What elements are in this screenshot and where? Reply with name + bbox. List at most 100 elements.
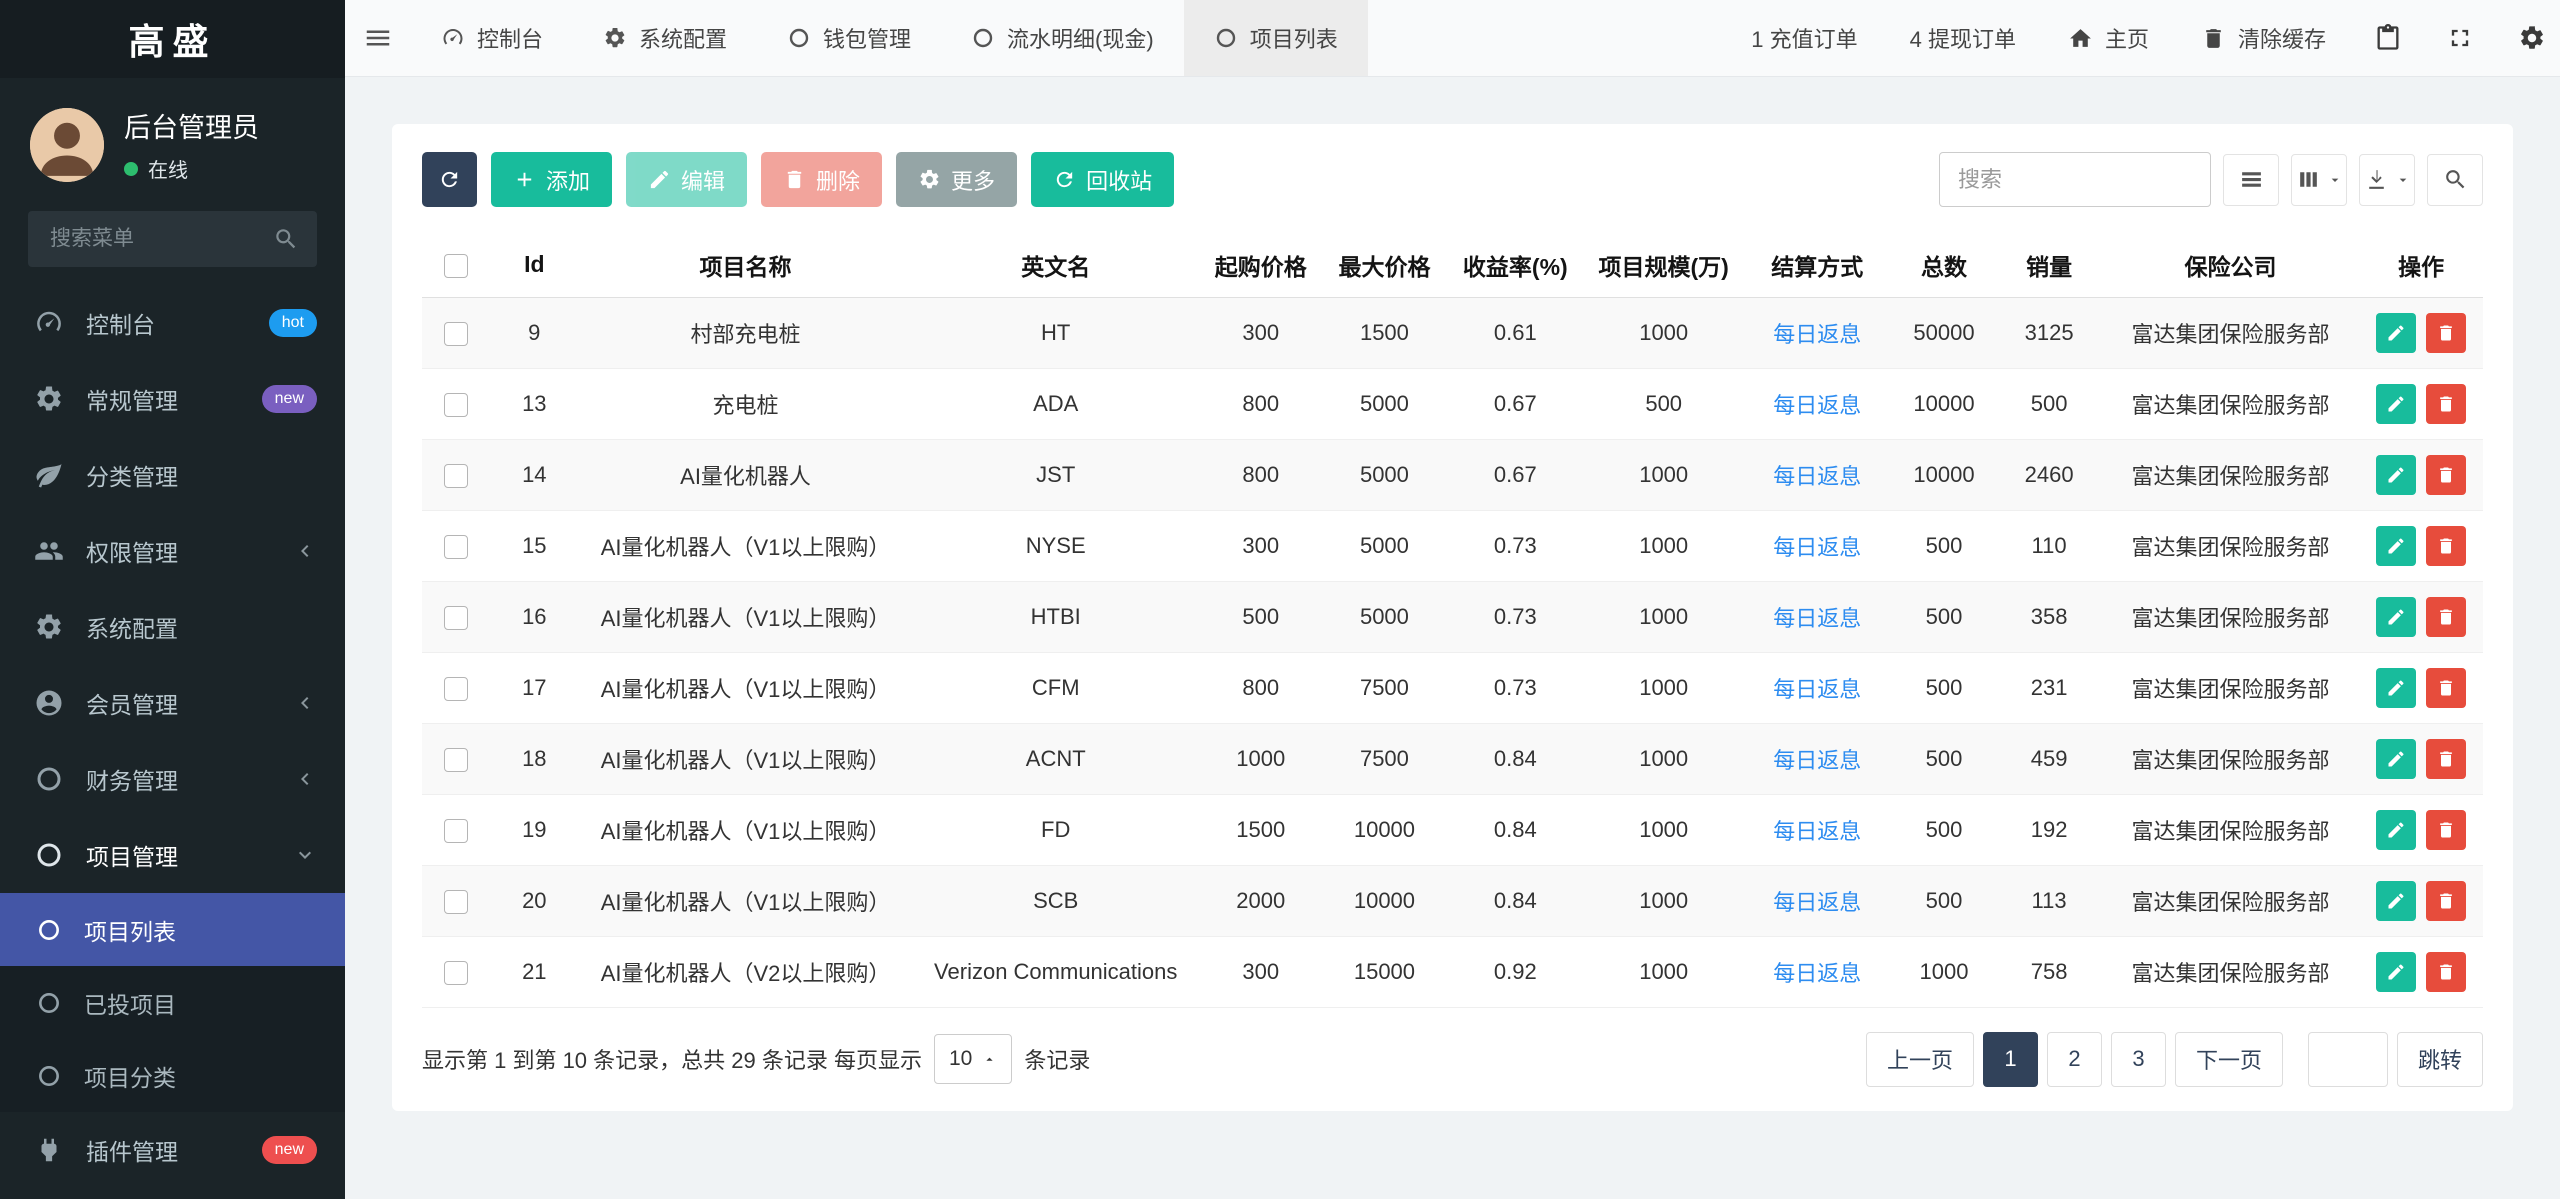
page-size-select[interactable]: 10 [933,1034,1013,1084]
column-header[interactable]: 项目名称 [578,233,913,298]
row-edit-button[interactable] [2376,596,2417,637]
row-edit-button[interactable] [2376,525,2417,566]
sidebar-item-invested-projects[interactable]: 已投项目 [0,966,345,1039]
row-checkbox[interactable] [444,605,468,630]
tab-wallet[interactable]: 钱包管理 [757,0,941,76]
settle-method-link[interactable]: 每日返息 [1773,819,1861,844]
tab-dashboard[interactable]: 控制台 [411,0,573,76]
sidebar-item-finance[interactable]: 财务管理 [0,741,345,817]
column-header[interactable]: Id [490,233,579,298]
clipboard-button[interactable] [2352,0,2424,76]
avatar[interactable] [30,107,104,182]
row-edit-button[interactable] [2376,312,2417,353]
row-delete-button[interactable] [2426,383,2467,424]
refresh-button[interactable] [422,152,477,207]
row-checkbox[interactable] [444,534,468,559]
row-checkbox[interactable] [444,463,468,488]
row-delete-button[interactable] [2426,525,2467,566]
row-delete-button[interactable] [2426,596,2467,637]
page-button-3[interactable]: 3 [2110,1031,2166,1087]
search-button[interactable] [2427,153,2483,206]
row-delete-button[interactable] [2426,312,2467,353]
row-edit-button[interactable] [2376,667,2417,708]
settle-method-link[interactable]: 每日返息 [1773,322,1861,347]
edit-button[interactable]: 编辑 [626,152,748,207]
row-delete-button[interactable] [2426,738,2467,779]
column-header[interactable]: 操作 [2359,233,2483,298]
page-button-1[interactable]: 1 [1982,1031,2038,1087]
settings-button[interactable] [2496,0,2560,76]
column-header[interactable]: 总数 [1891,233,1997,298]
settle-method-link[interactable]: 每日返息 [1773,677,1861,702]
page-button-2[interactable]: 2 [2046,1031,2102,1087]
row-delete-button[interactable] [2426,809,2467,850]
topbar-home[interactable]: 主页 [2042,0,2175,76]
settle-method-link[interactable]: 每日返息 [1773,464,1861,489]
row-checkbox[interactable] [444,676,468,701]
sidebar-item-project[interactable]: 项目管理 [0,817,345,893]
row-delete-button[interactable] [2426,454,2467,495]
settle-method-link[interactable]: 每日返息 [1773,393,1861,418]
add-button[interactable]: 添加 [491,152,613,207]
row-checkbox[interactable] [444,960,468,985]
row-delete-button[interactable] [2426,880,2467,921]
sidebar-item-general[interactable]: 常规管理 new [0,361,345,437]
jump-button[interactable]: 跳转 [2396,1031,2483,1087]
row-delete-button[interactable] [2426,667,2467,708]
more-button[interactable]: 更多 [896,152,1018,207]
settle-method-link[interactable]: 每日返息 [1773,535,1861,560]
sidebar-item-auth[interactable]: 权限管理 [0,513,345,589]
sidebar-item-category[interactable]: 分类管理 [0,437,345,513]
table-search-input[interactable] [1939,152,2211,207]
column-header[interactable]: 保险公司 [2101,233,2360,298]
brand-logo[interactable]: 高盛 [0,0,345,78]
select-all-checkbox[interactable] [444,254,468,279]
prev-page-button[interactable]: 上一页 [1865,1031,1974,1087]
column-header[interactable]: 结算方式 [1743,233,1892,298]
settle-method-link[interactable]: 每日返息 [1773,606,1861,631]
row-edit-button[interactable] [2376,738,2417,779]
sidebar-toggle-button[interactable] [345,0,411,76]
row-checkbox[interactable] [444,818,468,843]
column-header[interactable]: 销量 [1996,233,2102,298]
row-edit-button[interactable] [2376,951,2417,992]
row-checkbox[interactable] [444,321,468,346]
column-header[interactable]: 收益率(%) [1446,233,1585,298]
sidebar-item-config[interactable]: 系统配置 [0,589,345,665]
tab-project-list[interactable]: 项目列表 [1183,0,1368,76]
column-header[interactable]: 最大价格 [1322,233,1447,298]
common-search-toggle-button[interactable] [2223,153,2279,206]
cell-max_price: 7500 [1322,723,1447,795]
topbar-clear-cache[interactable]: 清除缓存 [2175,0,2352,76]
row-edit-button[interactable] [2376,383,2417,424]
row-checkbox[interactable] [444,889,468,914]
next-page-button[interactable]: 下一页 [2174,1031,2283,1087]
column-header[interactable]: 英文名 [912,233,1199,298]
sidebar-item-member[interactable]: 会员管理 [0,665,345,741]
row-delete-button[interactable] [2426,951,2467,992]
sidebar-item-addon[interactable]: 插件管理 new [0,1112,345,1188]
jump-page-input[interactable] [2307,1031,2388,1087]
row-edit-button[interactable] [2376,809,2417,850]
fullscreen-button[interactable] [2424,0,2496,76]
columns-button[interactable] [2291,153,2347,206]
settle-method-link[interactable]: 每日返息 [1773,961,1861,986]
topbar-withdraw-orders[interactable]: 4 提现订单 [1884,0,2042,76]
sidebar-item-dashboard[interactable]: 控制台 hot [0,285,345,361]
delete-button[interactable]: 删除 [761,152,883,207]
export-button[interactable] [2359,153,2415,206]
settle-method-link[interactable]: 每日返息 [1773,890,1861,915]
column-header[interactable]: 起购价格 [1198,233,1323,298]
topbar-recharge-orders[interactable]: 1 充值订单 [1725,0,1883,76]
row-edit-button[interactable] [2376,454,2417,495]
sidebar-item-project-list[interactable]: 项目列表 [0,893,345,966]
sidebar-item-project-category[interactable]: 项目分类 [0,1039,345,1112]
recycle-bin-button[interactable]: 回收站 [1031,152,1175,207]
row-checkbox[interactable] [444,747,468,772]
tab-money-flow[interactable]: 流水明细(现金) [941,0,1184,76]
tab-config[interactable]: 系统配置 [573,0,757,76]
row-edit-button[interactable] [2376,880,2417,921]
settle-method-link[interactable]: 每日返息 [1773,748,1861,773]
column-header[interactable]: 项目规模(万) [1584,233,1744,298]
row-checkbox[interactable] [444,392,468,417]
